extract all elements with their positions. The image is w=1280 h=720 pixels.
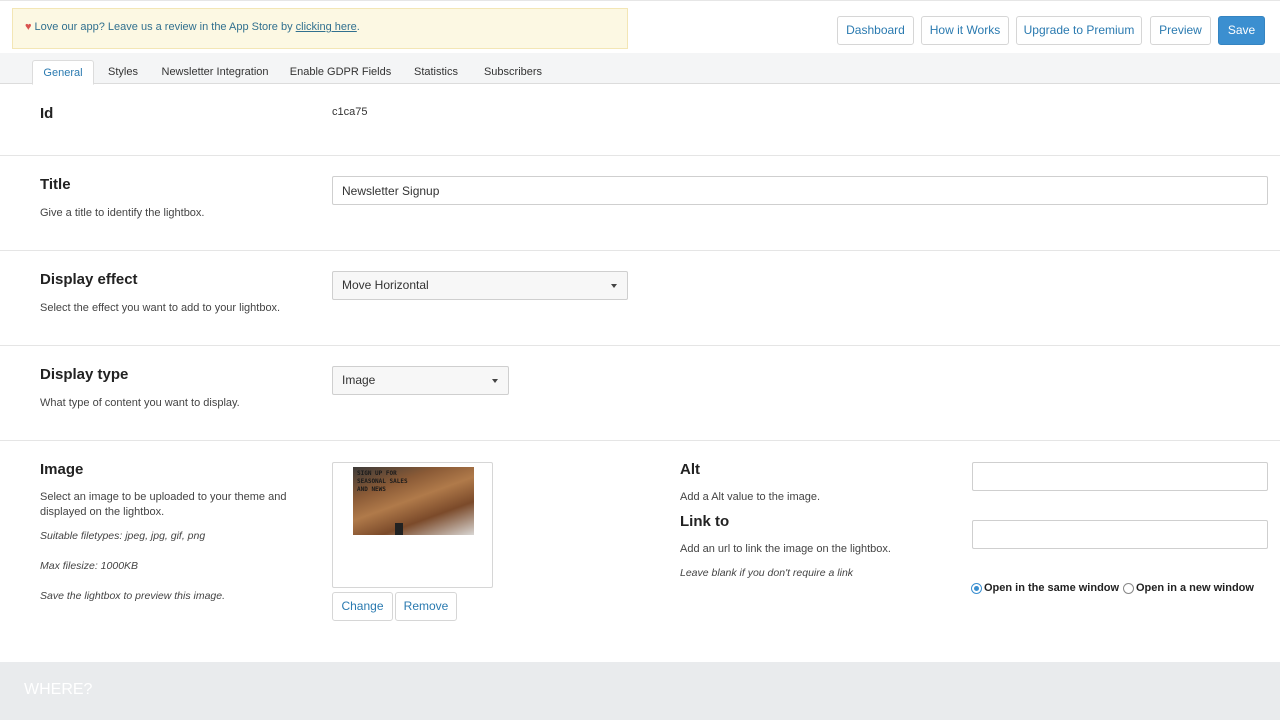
id-heading: Id <box>40 105 54 122</box>
image-preview-note: Save the lightbox to preview this image. <box>40 590 226 602</box>
radio-new-window[interactable] <box>1123 583 1134 594</box>
review-link[interactable]: clicking here <box>296 21 357 33</box>
radio-new-window-label[interactable]: Open in a new window <box>1136 582 1254 594</box>
where-section: WHERE? <box>0 662 1280 720</box>
title-heading: Title <box>40 176 71 193</box>
link-to-note: Leave blank if you don't require a link <box>680 567 854 579</box>
display-type-heading: Display type <box>40 366 129 383</box>
tab-general[interactable]: General <box>32 60 94 85</box>
link-to-input[interactable] <box>972 520 1268 549</box>
tab-enable-gdpr-fields[interactable]: Enable GDPR Fields <box>283 60 398 85</box>
alt-description: Add a Alt value to the image. <box>680 491 821 503</box>
display-type-section: Display type What type of content you wa… <box>0 346 1280 441</box>
banner-suffix: . <box>356 21 360 33</box>
upgrade-button[interactable]: Upgrade to Premium <box>1016 16 1142 45</box>
banner-text: Love our app? Leave us a review in the A… <box>34 21 296 33</box>
display-effect-heading: Display effect <box>40 271 138 288</box>
link-to-description: Add an url to link the image on the ligh… <box>680 543 891 555</box>
remove-image-button[interactable]: Remove <box>395 592 457 621</box>
preview-button[interactable]: Preview <box>1150 16 1211 45</box>
display-type-value: Image <box>342 373 376 387</box>
radio-same-window-label[interactable]: Open in the same window <box>984 582 1119 594</box>
id-value: c1ca75 <box>332 106 368 118</box>
display-effect-section: Display effect Select the effect you wan… <box>0 251 1280 346</box>
caret-down-icon <box>611 284 617 288</box>
title-description: Give a title to identify the lightbox. <box>40 207 205 219</box>
id-section: Id c1ca75 <box>0 84 1280 156</box>
table-leg-shape <box>395 523 403 535</box>
radio-same-window[interactable] <box>971 583 982 594</box>
title-input[interactable] <box>332 176 1268 205</box>
thumbnail-line-3: AND NEWS <box>357 486 386 493</box>
image-thumbnail: SIGN UP FOR SEASONAL SALES AND NEWS <box>353 467 474 535</box>
display-effect-value: Move Horizontal <box>342 278 429 292</box>
image-filesize-note: Max filesize: 1000KB <box>40 560 139 572</box>
save-button[interactable]: Save <box>1218 16 1265 45</box>
tab-bar: General Styles Newsletter Integration En… <box>0 53 1280 85</box>
link-to-heading: Link to <box>680 513 730 530</box>
dashboard-button[interactable]: Dashboard <box>837 16 914 45</box>
title-section: Title Give a title to identify the light… <box>0 156 1280 251</box>
alt-heading: Alt <box>680 461 700 478</box>
heart-icon: ♥ <box>25 21 32 33</box>
image-heading: Image <box>40 461 84 478</box>
tab-newsletter-integration[interactable]: Newsletter Integration <box>155 60 275 85</box>
top-bar: ♥ Love our app? Leave us a review in the … <box>0 0 1280 53</box>
display-type-description: What type of content you want to display… <box>40 397 240 409</box>
alt-input[interactable] <box>972 462 1268 491</box>
tab-subscribers[interactable]: Subscribers <box>475 60 551 85</box>
review-banner: ♥ Love our app? Leave us a review in the … <box>12 8 628 49</box>
how-it-works-button[interactable]: How it Works <box>921 16 1009 45</box>
change-image-button[interactable]: Change <box>332 592 393 621</box>
display-effect-description: Select the effect you want to add to you… <box>40 302 281 314</box>
thumbnail-line-1: SIGN UP FOR <box>357 470 397 477</box>
image-description: Select an image to be uploaded to your t… <box>40 491 287 518</box>
thumbnail-text: SIGN UP FOR SEASONAL SALES AND NEWS <box>357 470 408 494</box>
image-preview-box: SIGN UP FOR SEASONAL SALES AND NEWS <box>332 462 493 588</box>
thumbnail-line-2: SEASONAL SALES <box>357 478 408 485</box>
tab-styles[interactable]: Styles <box>98 60 148 85</box>
image-filetypes-note: Suitable filetypes: jpeg, jpg, gif, png <box>40 530 206 542</box>
caret-down-icon <box>492 379 498 383</box>
where-heading: WHERE? <box>24 681 93 698</box>
display-effect-select[interactable]: Move Horizontal <box>332 271 628 300</box>
display-type-select[interactable]: Image <box>332 366 509 395</box>
tab-statistics[interactable]: Statistics <box>405 60 467 85</box>
